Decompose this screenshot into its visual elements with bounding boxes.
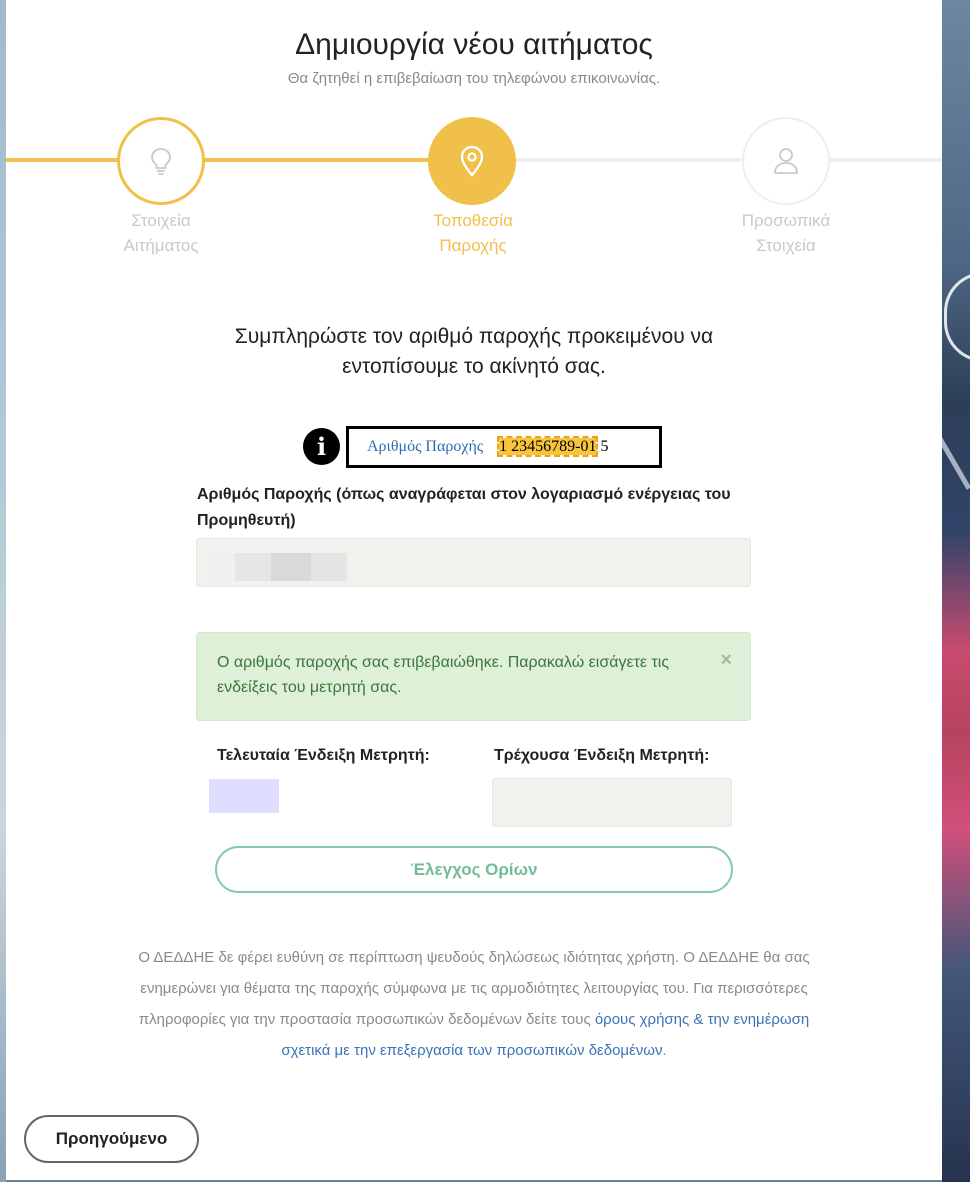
supply-number-label: Αριθμός Παροχής (όπως αναγράφεται στον λ… bbox=[197, 486, 731, 529]
supply-number-input[interactable] bbox=[196, 538, 751, 587]
previous-button[interactable]: Προηγούμενο bbox=[24, 1115, 199, 1163]
last-meter-reading-label: Τελευταία Ένδειξη Μετρητή: bbox=[217, 747, 430, 764]
request-form-panel: Δημιουργία νέου αιτήματος Θα ζητηθεί η ε… bbox=[6, 0, 942, 1180]
current-meter-reading-input[interactable] bbox=[492, 778, 732, 827]
disclaimer-text: Ο ΔΕΔΔΗΕ δε φέρει ευθύνη σε περίπτωση ψε… bbox=[138, 949, 810, 1059]
step-3-circle[interactable] bbox=[742, 117, 830, 205]
success-alert: Ο αριθμός παροχής σας επιβεβαιώθηκε. Παρ… bbox=[196, 632, 751, 721]
page-title: Δημιουργία νέου αιτήματος bbox=[295, 28, 653, 61]
last-meter-reading-value bbox=[209, 779, 279, 813]
close-icon[interactable]: × bbox=[720, 648, 732, 673]
step-1-label[interactable]: Στοιχεία Αιτήματος bbox=[71, 208, 251, 258]
redacted-value bbox=[235, 553, 271, 581]
step-1-circle[interactable] bbox=[117, 117, 205, 205]
supply-number-example: Αριθμός Παροχής 1 23456789-01 5 bbox=[346, 426, 662, 468]
map-pin-icon bbox=[460, 145, 484, 177]
redacted-value bbox=[271, 553, 311, 581]
step-2-circle[interactable] bbox=[428, 117, 516, 205]
terms-of-use-link[interactable]: όρους χρήσης bbox=[595, 1011, 689, 1028]
background-decoration bbox=[944, 272, 970, 362]
step-2-label[interactable]: Τοποθεσία Παροχής bbox=[383, 208, 563, 258]
check-limits-button[interactable]: Έλεγχος Ορίων bbox=[215, 846, 733, 893]
example-label: Αριθμός Παροχής bbox=[367, 438, 484, 455]
instruction-text: Συμπληρώστε τον αριθμό παροχής προκειμέν… bbox=[234, 325, 714, 378]
background-right-strip bbox=[931, 0, 970, 1182]
redacted-value bbox=[205, 553, 235, 581]
example-number-suffix: 5 bbox=[596, 438, 609, 455]
info-icon[interactable]: i bbox=[303, 428, 340, 465]
stepper-remaining-line bbox=[472, 158, 942, 162]
example-number-highlight: 1 23456789-01 bbox=[497, 436, 599, 457]
current-meter-reading-label: Τρέχουσα Ένδειξη Μετρητή: bbox=[494, 747, 710, 764]
link-joiner: & bbox=[689, 1011, 708, 1028]
lightbulb-icon bbox=[151, 148, 171, 175]
example-number: 1 23456789-01 5 bbox=[497, 436, 609, 457]
alert-message: Ο αριθμός παροχής σας επιβεβαιώθηκε. Παρ… bbox=[217, 654, 670, 696]
page-subtitle: Θα ζητηθεί η επιβεβαίωση του τηλεφώνου ε… bbox=[287, 70, 661, 87]
step-3-label[interactable]: Προσωπικά Στοιχεία bbox=[696, 208, 876, 258]
stepper-progress-line bbox=[6, 158, 472, 162]
user-icon bbox=[774, 148, 798, 174]
redacted-value bbox=[311, 553, 347, 581]
